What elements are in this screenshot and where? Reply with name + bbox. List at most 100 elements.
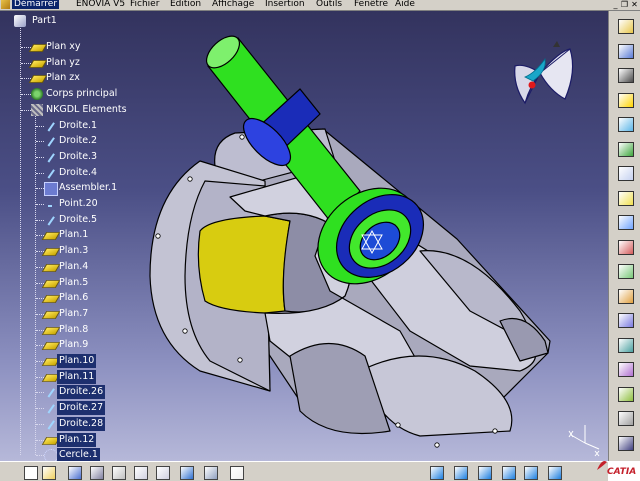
cut-icon[interactable] bbox=[110, 464, 126, 480]
whats-this-icon[interactable] bbox=[228, 464, 244, 480]
copy-icon[interactable] bbox=[132, 464, 148, 480]
tree-node-plan-11[interactable]: Plan.11 bbox=[0, 369, 160, 384]
paste-icon[interactable] bbox=[154, 464, 170, 480]
measure-icon[interactable] bbox=[615, 409, 635, 426]
tree-node-droite-4[interactable]: Droite.4 bbox=[0, 166, 160, 180]
scroll-down-icon[interactable] bbox=[615, 434, 635, 451]
tree-node-label[interactable]: Droite.27 bbox=[57, 401, 106, 416]
tree-node-point-20[interactable]: Point.20 bbox=[0, 197, 160, 211]
open-icon[interactable] bbox=[40, 464, 56, 480]
tree-root[interactable]: Part1 bbox=[14, 14, 114, 28]
tree-node-plan-1[interactable]: Plan.1 bbox=[0, 228, 160, 242]
tree-node-plan-5[interactable]: Plan.5 bbox=[0, 276, 160, 290]
tree-node-assembler-1[interactable]: Assembler.1 bbox=[0, 181, 160, 197]
tree-node-cercle-1[interactable]: Cercle.1 bbox=[0, 448, 160, 461]
redo-icon[interactable] bbox=[202, 464, 218, 480]
compass-icon[interactable] bbox=[505, 41, 585, 111]
tree-node-label[interactable]: Droite.26 bbox=[57, 385, 106, 400]
tree-node-label[interactable]: Plan.4 bbox=[57, 260, 90, 274]
tree-node-label[interactable]: Droite.1 bbox=[57, 119, 99, 133]
menu-fichier[interactable]: Fichier bbox=[130, 0, 159, 9]
tree-node-label[interactable]: Plan.5 bbox=[57, 276, 90, 290]
close-icon[interactable]: ✕ bbox=[630, 0, 639, 9]
tree-root-label[interactable]: Part1 bbox=[30, 14, 59, 28]
3d-viewport[interactable]: Part1 Plan xy Plan yz Plan zx Corps princip… bbox=[0, 11, 608, 461]
split-icon[interactable] bbox=[615, 311, 635, 328]
tree-node-label[interactable]: Plan.12 bbox=[57, 432, 97, 447]
pocket-icon[interactable] bbox=[615, 115, 635, 132]
fly-mode-icon[interactable] bbox=[428, 464, 444, 480]
menu-aide[interactable]: Aide bbox=[395, 0, 415, 9]
rotate-icon[interactable] bbox=[500, 464, 516, 480]
tree-node-label[interactable]: Plan.7 bbox=[57, 307, 90, 321]
pattern-icon[interactable] bbox=[615, 385, 635, 402]
fit-all-icon[interactable] bbox=[452, 464, 468, 480]
chamfer-icon[interactable] bbox=[615, 213, 635, 230]
tree-node-label[interactable]: NKGDL Elements bbox=[44, 103, 129, 117]
transform-icon[interactable] bbox=[615, 360, 635, 377]
tree-node-plan-12[interactable]: Plan.12 bbox=[0, 432, 160, 447]
undo-icon[interactable] bbox=[178, 464, 194, 480]
zoom-out-icon[interactable] bbox=[546, 464, 562, 480]
tree-node-label[interactable]: Plan.8 bbox=[57, 323, 90, 337]
tree-node-plan-10[interactable]: Plan.10 bbox=[0, 354, 160, 368]
tree-node-label[interactable]: Plan yz bbox=[44, 56, 82, 70]
thickness-icon[interactable] bbox=[615, 287, 635, 304]
new-icon[interactable] bbox=[22, 464, 38, 480]
tree-node-label[interactable]: Plan xy bbox=[44, 40, 82, 54]
tree-node-label[interactable]: Droite.5 bbox=[57, 213, 99, 227]
menu-insertion[interactable]: Insertion bbox=[265, 0, 305, 9]
hole-icon[interactable] bbox=[615, 164, 635, 181]
tree-node-label[interactable]: Plan.3 bbox=[57, 244, 90, 258]
tree-node-corps-principal[interactable]: Corps principal bbox=[0, 87, 160, 101]
shaft-icon[interactable] bbox=[615, 140, 635, 157]
boolean-icon[interactable] bbox=[615, 336, 635, 353]
tree-node-droite-3[interactable]: Droite.3 bbox=[0, 150, 160, 164]
tree-node-label[interactable]: Plan.9 bbox=[57, 338, 90, 352]
tree-node-plan-xy[interactable]: Plan xy bbox=[0, 40, 160, 54]
workbench-icon[interactable] bbox=[615, 17, 635, 34]
tree-node-label[interactable]: Droite.4 bbox=[57, 166, 99, 180]
tree-node-label[interactable]: Plan.1 bbox=[57, 228, 90, 242]
tree-node-label[interactable]: Plan.10 bbox=[57, 354, 97, 368]
tree-node-droite-1[interactable]: Droite.1 bbox=[0, 119, 160, 133]
tree-node-label[interactable]: Point.20 bbox=[57, 197, 100, 211]
tree-node-nkgdl-elements[interactable]: NKGDL Elements bbox=[0, 103, 160, 117]
draft-icon[interactable] bbox=[615, 238, 635, 255]
tree-node-label[interactable]: Plan.11 bbox=[57, 369, 97, 384]
catia-app-icon[interactable] bbox=[1, 0, 10, 9]
tree-node-label[interactable]: Plan zx bbox=[44, 71, 82, 85]
menu-fenetre[interactable]: Fenêtre bbox=[354, 0, 388, 9]
pad-icon[interactable] bbox=[615, 91, 635, 108]
menu-edition[interactable]: Edition bbox=[170, 0, 201, 9]
tree-node-label[interactable]: Corps principal bbox=[44, 87, 119, 101]
tree-node-plan-6[interactable]: Plan.6 bbox=[0, 291, 160, 305]
tree-node-droite-26[interactable]: Droite.26 bbox=[0, 385, 160, 400]
save-icon[interactable] bbox=[66, 464, 82, 480]
tree-node-plan-7[interactable]: Plan.7 bbox=[0, 307, 160, 321]
tree-node-plan-8[interactable]: Plan.8 bbox=[0, 323, 160, 337]
print-icon[interactable] bbox=[88, 464, 104, 480]
pan-icon[interactable] bbox=[476, 464, 492, 480]
tree-node-plan-yz[interactable]: Plan yz bbox=[0, 56, 160, 70]
tree-node-label[interactable]: Droite.28 bbox=[57, 416, 106, 431]
tree-node-droite-2[interactable]: Droite.2 bbox=[0, 134, 160, 148]
tree-node-plan-zx[interactable]: Plan zx bbox=[0, 71, 160, 85]
fillet-icon[interactable] bbox=[615, 189, 635, 206]
shell-icon[interactable] bbox=[615, 262, 635, 279]
tree-node-label[interactable]: Plan.6 bbox=[57, 291, 90, 305]
tree-node-plan-3[interactable]: Plan.3 bbox=[0, 244, 160, 258]
tree-node-label[interactable]: Cercle.1 bbox=[57, 448, 100, 461]
sketch-icon[interactable] bbox=[615, 66, 635, 83]
menu-affichage[interactable]: Affichage bbox=[212, 0, 254, 9]
tree-node-droite-27[interactable]: Droite.27 bbox=[0, 401, 160, 416]
tree-node-plan-4[interactable]: Plan.4 bbox=[0, 260, 160, 274]
menu-enovia[interactable]: ENOVIA V5 bbox=[76, 0, 125, 9]
tree-node-droite-5[interactable]: Droite.5 bbox=[0, 213, 160, 227]
compass-icon[interactable] bbox=[615, 42, 635, 59]
tree-node-label[interactable]: Droite.3 bbox=[57, 150, 99, 164]
zoom-in-icon[interactable] bbox=[522, 464, 538, 480]
tree-node-label[interactable]: Assembler.1 bbox=[57, 181, 119, 195]
menu-demarrer[interactable]: Démarrer bbox=[12, 0, 60, 9]
tree-node-label[interactable]: Droite.2 bbox=[57, 134, 99, 148]
